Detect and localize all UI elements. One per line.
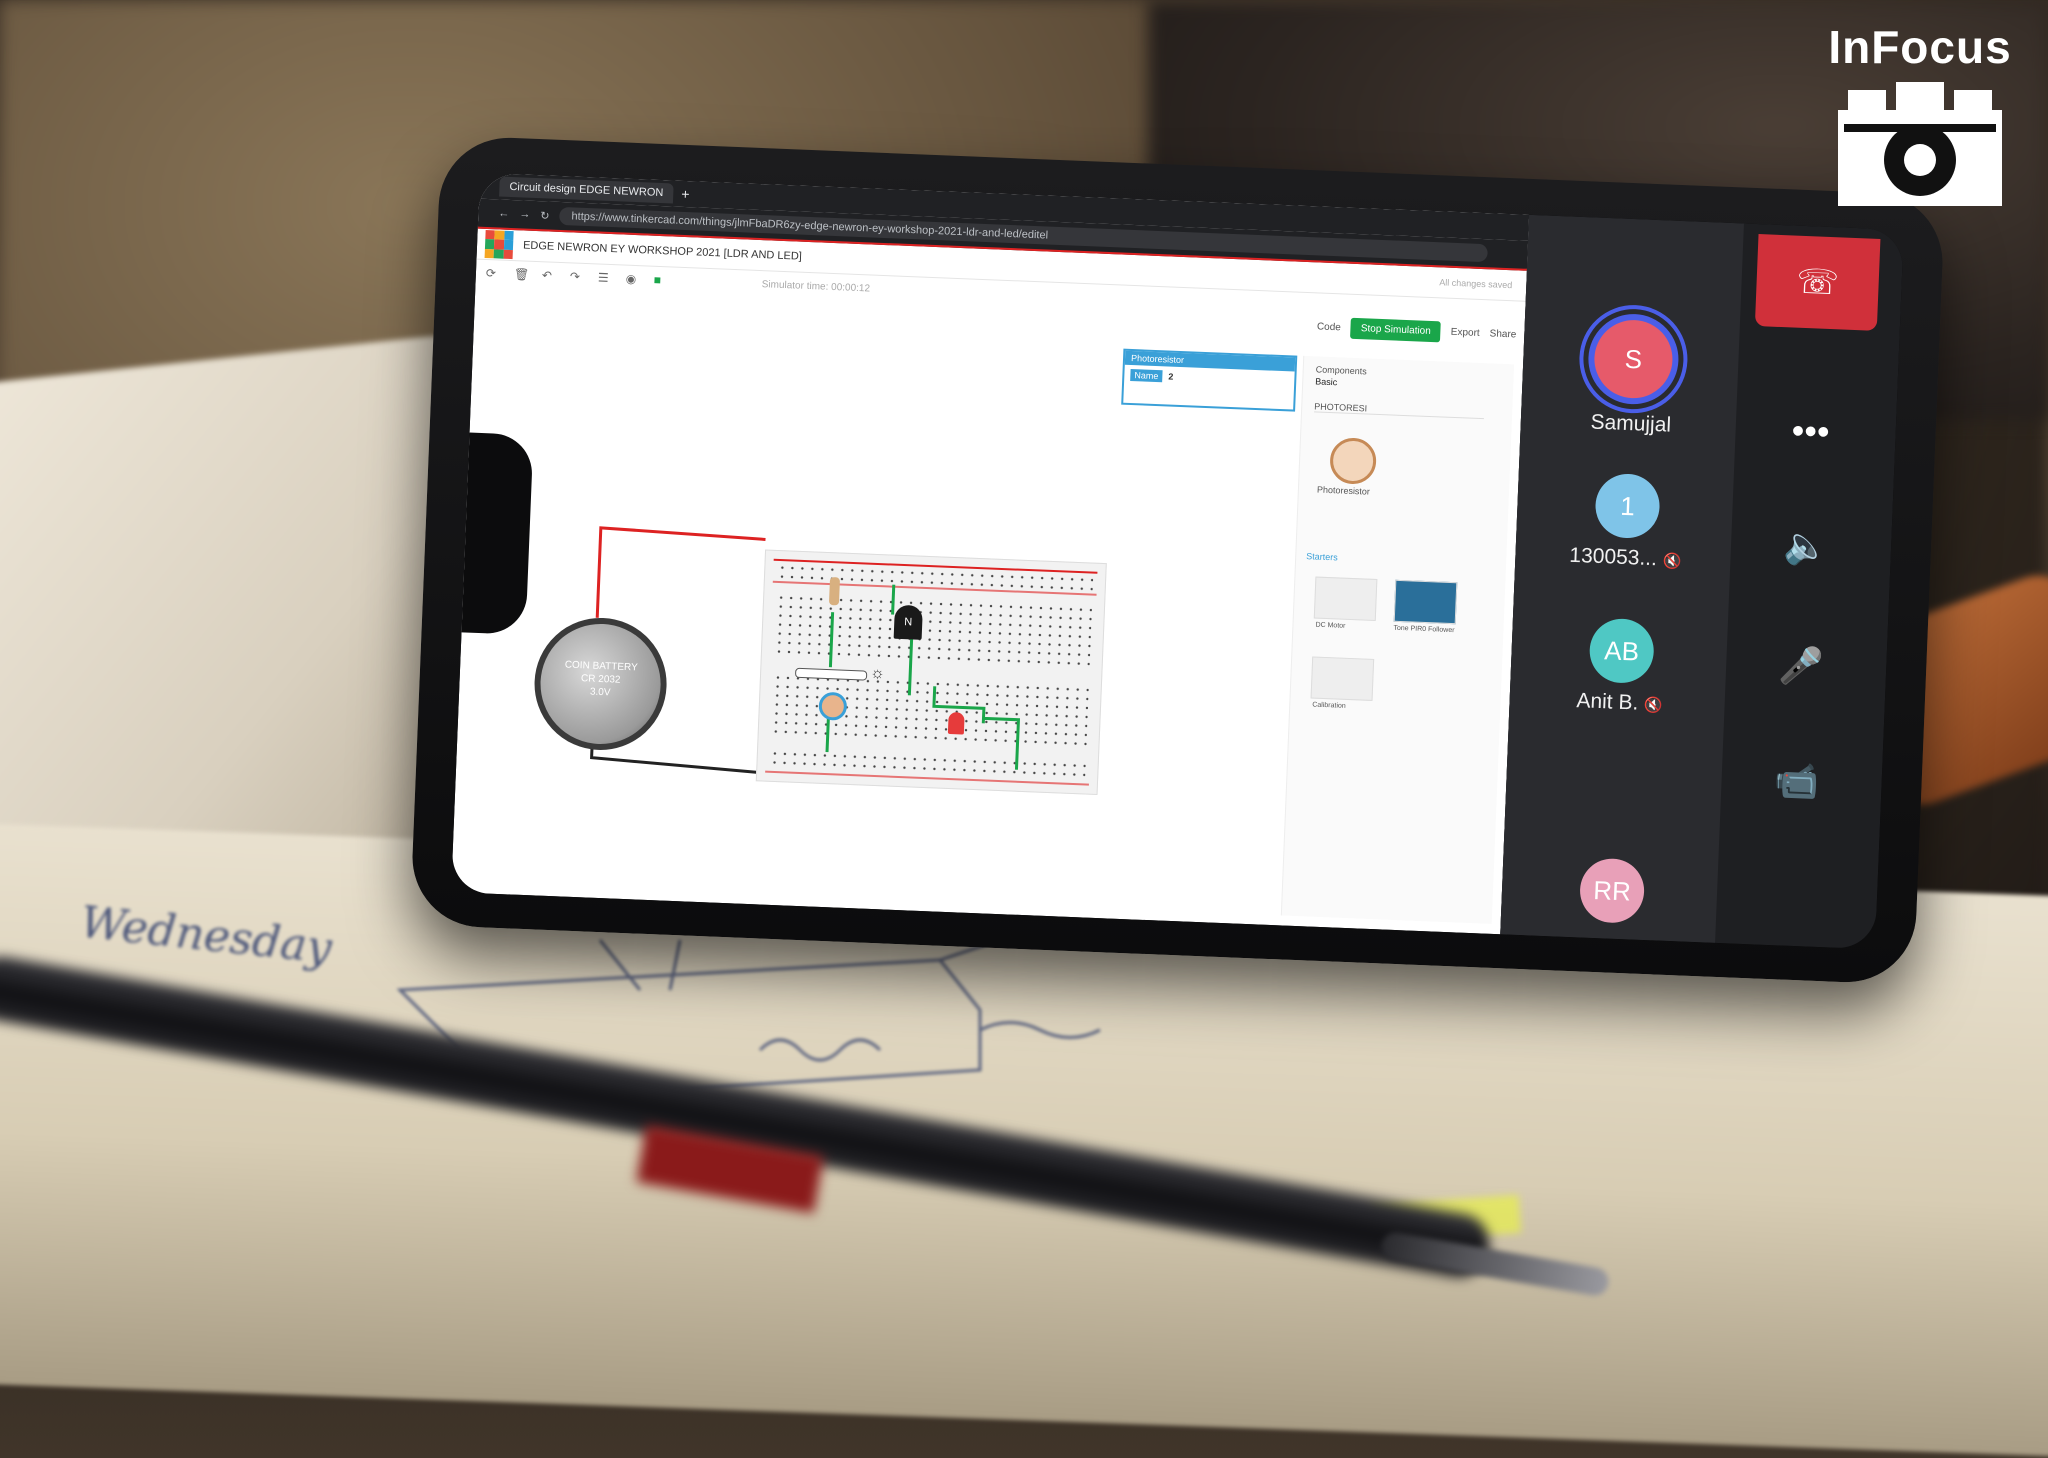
components-select[interactable]: Basic: [1315, 376, 1337, 387]
battery-label-line: COIN BATTERY: [564, 659, 638, 674]
redo-icon[interactable]: ↷: [570, 269, 585, 284]
rotate-icon[interactable]: ⟳: [486, 266, 501, 281]
name-field[interactable]: 2: [1168, 371, 1173, 381]
share-button[interactable]: Share: [1489, 328, 1516, 340]
stop-simulation-button[interactable]: Stop Simulation: [1350, 317, 1442, 343]
back-icon[interactable]: ←: [498, 207, 509, 219]
participant-name: Anit B.: [1576, 689, 1639, 715]
photoresistor-component-icon[interactable]: [1329, 437, 1378, 485]
starter-dc-motor[interactable]: [1313, 576, 1378, 622]
browser-tab[interactable]: Circuit design EDGE NEWRON: [499, 176, 674, 204]
phone-screen: Circuit design EDGE NEWRON + ← → ↻ https…: [451, 172, 1904, 950]
simulator-time: Simulator time: 00:00:12: [761, 278, 871, 294]
video-call-sidebar: S Samujjal 1 130053... 🔇 AB Anit B. 🔇 RR…: [1500, 214, 1904, 950]
avatar: AB: [1588, 617, 1655, 685]
battery-label-line: CR 2032: [580, 673, 621, 686]
components-panel: Components Basic PHOTORESI Photoresistor…: [1280, 355, 1515, 924]
components-label: Components: [1315, 364, 1367, 377]
avatar: RR: [1578, 857, 1646, 924]
properties-panel: Photoresistor Name 2: [1121, 348, 1298, 412]
starter-tone-follower[interactable]: [1393, 579, 1458, 625]
participants-column: S Samujjal 1 130053... 🔇 AB Anit B. 🔇 RR: [1500, 214, 1744, 943]
avatar: 1: [1594, 472, 1661, 540]
battery-label-line: 3.0V: [589, 686, 611, 699]
forward-icon[interactable]: →: [519, 208, 530, 220]
starter-label: Calibration: [1312, 701, 1346, 710]
camera-icon: [1838, 82, 2002, 206]
save-status: All changes saved: [1439, 277, 1513, 291]
phone-notch: [461, 432, 534, 635]
starter-label: DC Motor: [1315, 621, 1346, 630]
participant-tile[interactable]: S Samujjal: [1555, 311, 1710, 439]
mic-off-icon[interactable]: 🎤: [1765, 635, 1837, 698]
participant-name: 130053...: [1568, 543, 1658, 571]
document-title[interactable]: EDGE NEWRON EY WORKSHOP 2021 [LDR AND LE…: [523, 239, 802, 262]
starter-calibration[interactable]: [1310, 656, 1375, 701]
sun-icon: ☼: [869, 664, 886, 683]
export-button[interactable]: Export: [1451, 327, 1480, 339]
participant-tile[interactable]: AB Anit B. 🔇: [1544, 616, 1698, 718]
undo-icon[interactable]: ↶: [542, 268, 557, 283]
visibility-icon[interactable]: ◉: [626, 272, 641, 287]
starter-label: Tone PIR0 Follower: [1393, 624, 1455, 635]
muted-mic-icon: 🔇: [1662, 552, 1682, 571]
circuit-canvas[interactable]: COIN BATTERY CR 2032 3.0V N ☼: [452, 313, 1124, 899]
more-options-icon[interactable]: •••: [1774, 400, 1846, 463]
hang-up-button[interactable]: ☏: [1754, 234, 1881, 331]
infocus-logo: InFocus: [1820, 20, 2020, 211]
notes-icon[interactable]: ☰: [598, 271, 613, 286]
code-button[interactable]: Code: [1317, 321, 1341, 333]
participant-tile[interactable]: RR: [1536, 856, 1689, 934]
npn-transistor[interactable]: N: [893, 604, 923, 640]
delete-icon[interactable]: 🗑: [514, 267, 530, 282]
logo-text: InFocus: [1828, 21, 2012, 73]
reload-icon[interactable]: ↻: [540, 209, 550, 222]
tinkercad-logo[interactable]: [484, 229, 514, 260]
browser-window: Circuit design EDGE NEWRON + ← → ↻ https…: [451, 172, 1530, 935]
name-label: Name: [1130, 368, 1163, 383]
participant-name: Samujjal: [1590, 410, 1672, 437]
photoresistor-label: Photoresistor: [1316, 484, 1371, 497]
muted-mic-icon: 🔇: [1643, 696, 1664, 715]
red-led[interactable]: [947, 711, 965, 735]
bluetooth-audio-icon[interactable]: 🔈: [1770, 515, 1842, 578]
phone: Circuit design EDGE NEWRON + ← → ↻ https…: [409, 135, 1946, 985]
component-search-input[interactable]: PHOTORESI: [1314, 401, 1485, 420]
starters-label[interactable]: Starters: [1306, 551, 1338, 562]
avatar: S: [1586, 312, 1681, 406]
participant-tile[interactable]: 1 130053... 🔇: [1550, 471, 1704, 573]
resistor[interactable]: [828, 577, 841, 606]
camera-off-icon[interactable]: 📹: [1760, 750, 1832, 813]
color-swatch-icon[interactable]: ■: [654, 273, 669, 288]
new-tab-icon[interactable]: +: [681, 186, 690, 202]
